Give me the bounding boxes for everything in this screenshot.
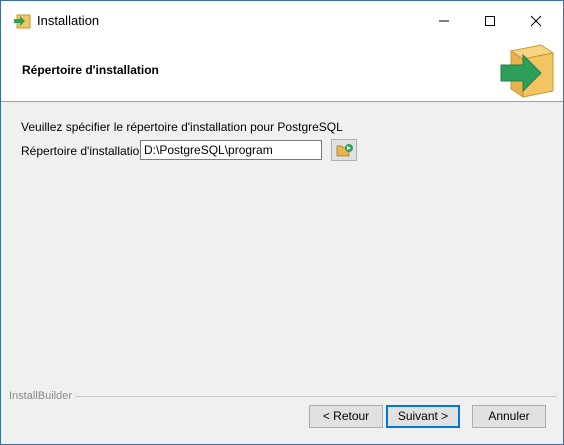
maximize-button[interactable] bbox=[467, 9, 513, 33]
directory-label: Répertoire d'installation bbox=[21, 144, 147, 158]
page-header: Répertoire d'installation bbox=[1, 40, 563, 102]
footer-divider bbox=[75, 396, 557, 397]
title-bar: Installation bbox=[1, 1, 563, 40]
installer-box-arrow-icon bbox=[13, 12, 31, 30]
installbuilder-brand: InstallBuilder bbox=[9, 390, 72, 402]
installer-box-arrow-icon bbox=[497, 43, 555, 99]
next-button[interactable]: Suivant > bbox=[386, 405, 460, 428]
cancel-button[interactable]: Annuler bbox=[472, 405, 546, 428]
folder-browse-icon bbox=[336, 144, 353, 157]
browse-button[interactable] bbox=[331, 139, 357, 161]
window-title: Installation bbox=[37, 13, 100, 28]
close-icon bbox=[530, 15, 542, 27]
installer-window: Installation Répertoire d'installation V… bbox=[0, 0, 564, 445]
maximize-icon bbox=[485, 16, 495, 26]
content-area: Veuillez spécifier le répertoire d'insta… bbox=[1, 102, 563, 392]
directory-prompt: Veuillez spécifier le répertoire d'insta… bbox=[21, 120, 343, 134]
minimize-button[interactable] bbox=[421, 9, 467, 33]
minimize-icon bbox=[439, 20, 449, 22]
directory-input[interactable] bbox=[140, 140, 322, 160]
back-button[interactable]: < Retour bbox=[309, 405, 383, 428]
close-button[interactable] bbox=[513, 9, 559, 33]
page-title: Répertoire d'installation bbox=[22, 63, 159, 77]
